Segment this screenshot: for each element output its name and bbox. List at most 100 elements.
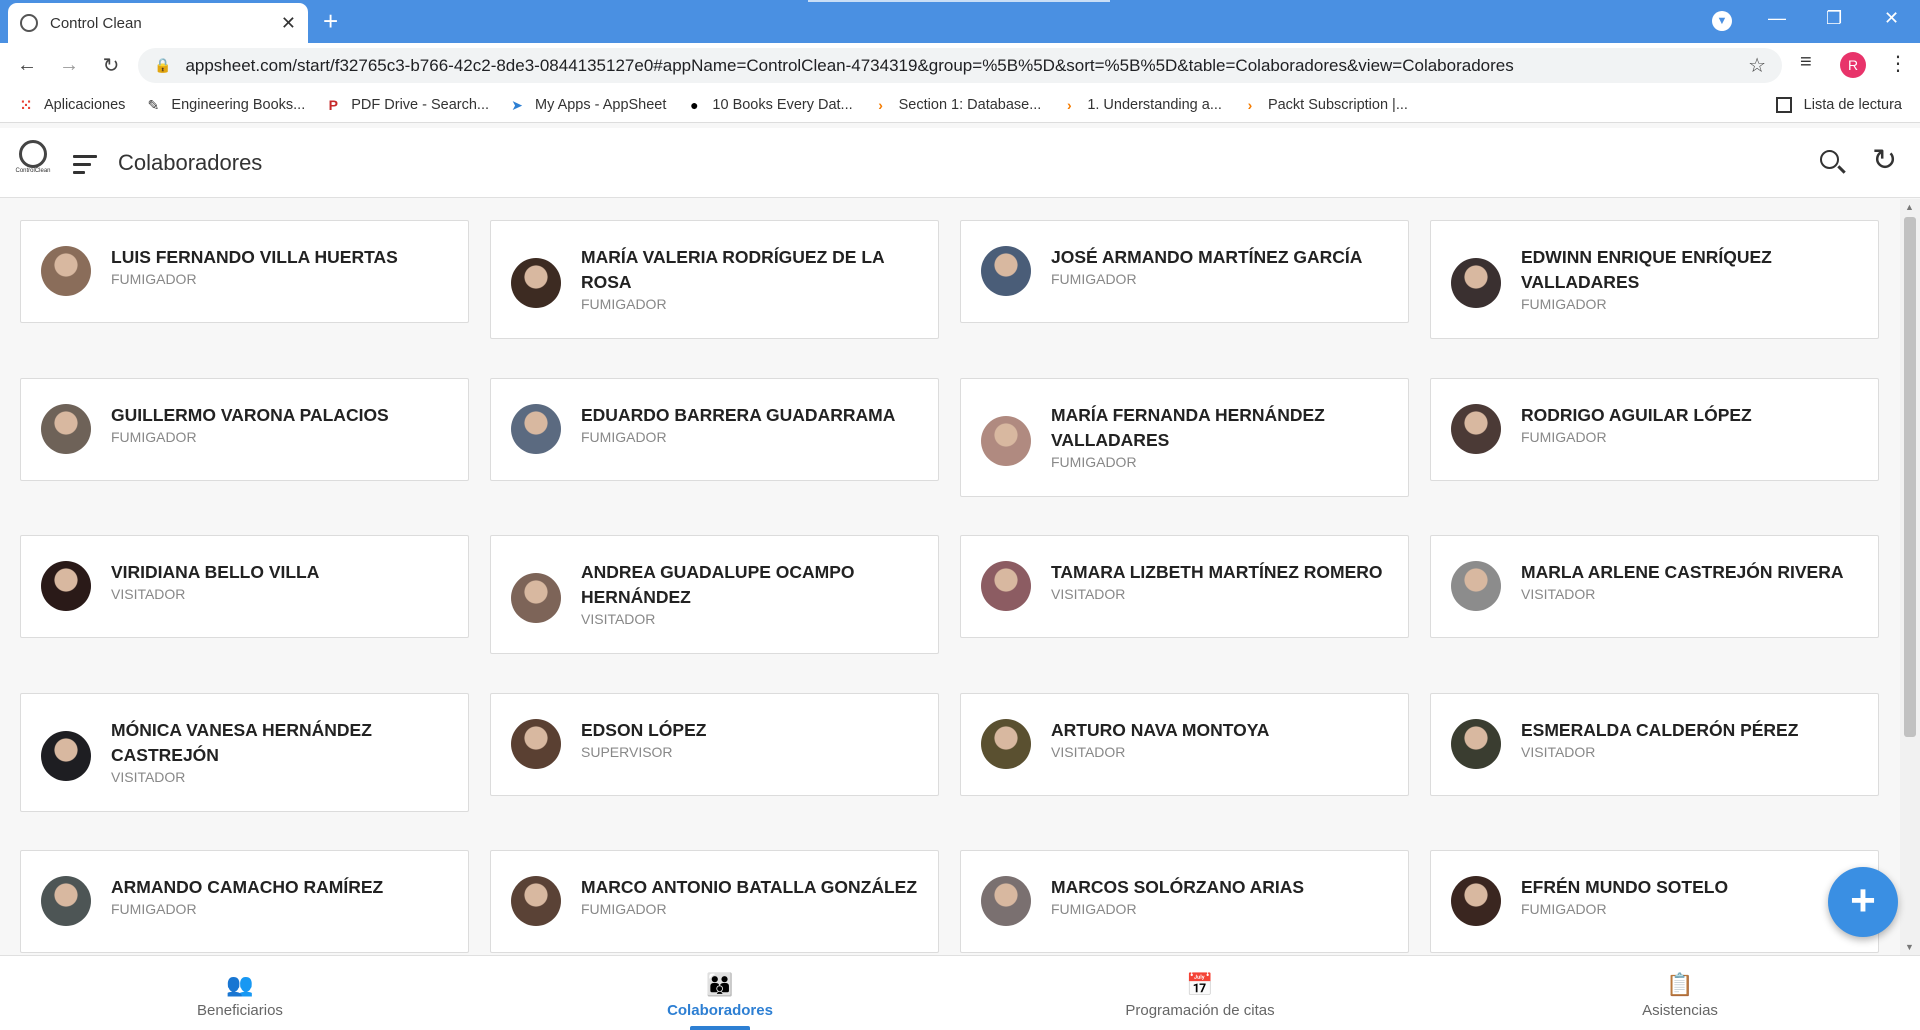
bookmark-label: PDF Drive - Search...	[351, 97, 490, 113]
collaborator-card[interactable]: ARTURO NAVA MONTOYA VISITADOR	[960, 692, 1409, 796]
close-tab-icon[interactable]: ✕	[281, 13, 296, 34]
avatar	[41, 876, 91, 926]
collaborator-card[interactable]: MARÍA FERNANDA HERNÁNDEZ VALLADARES FUMIG…	[960, 377, 1409, 497]
avatar	[981, 561, 1031, 611]
collaborator-card[interactable]: ESMERALDA CALDERÓN PÉREZ VISITADOR	[1430, 692, 1879, 796]
avatar	[511, 876, 561, 926]
avatar	[511, 718, 561, 769]
reading-list-button[interactable]: Lista de lectura	[1775, 97, 1902, 113]
hamburger-menu-icon[interactable]	[73, 155, 97, 179]
calendar-icon: 📅	[1186, 972, 1214, 997]
collaborator-name: MARÍA FERNANDA HERNÁNDEZ VALLADARES	[1051, 404, 1325, 450]
collaborator-card[interactable]: MARÍA VALERIA RODRÍGUEZ DE LA ROSA FUMIGA…	[490, 220, 939, 339]
collaborator-card[interactable]: EFRÉN MUNDO SOTELO FUMIGADOR	[1430, 850, 1879, 953]
avatar	[1451, 561, 1501, 611]
scroll-up-icon[interactable]: ▲	[1905, 202, 1914, 212]
new-tab-icon[interactable]: +	[323, 8, 338, 34]
collaborator-info: EDSON LÓPEZ SUPERVISOR	[581, 718, 918, 760]
tab-search-icon[interactable]: ▼	[1712, 11, 1732, 31]
collaborator-name: EDWINN ENRIQUE ENRÍQUEZ VALLADARES	[1521, 247, 1772, 292]
avatar	[41, 403, 91, 454]
collaborator-name: MARLA ARLENE CASTREJÓN RIVERA	[1521, 562, 1844, 582]
collaborator-card[interactable]: VIRIDIANA BELLO VILLA VISITADOR	[20, 535, 469, 638]
avatar	[1451, 258, 1501, 308]
bookmark-item[interactable]: › 1. Understanding a...	[1061, 97, 1222, 113]
address-bar[interactable]: 🔒 appsheet.com/start/f32765c3-b766-42c2-…	[138, 48, 1782, 83]
bookmark-label: 1. Understanding a...	[1087, 97, 1222, 113]
nav-label: Programación de citas	[1125, 1002, 1275, 1019]
collaborator-card[interactable]: ARMANDO CAMACHO RAMÍREZ FUMIGADOR	[20, 850, 469, 953]
scrollbar-thumb[interactable]	[1904, 217, 1916, 737]
collaborator-role: FUMIGADOR	[111, 428, 197, 445]
forward-icon[interactable]: →	[54, 54, 84, 77]
collaborator-card[interactable]: MÓNICA VANESA HERNÁNDEZ CASTREJÓN VISITAD…	[20, 692, 469, 812]
scrollbar[interactable]: ▲ ▼	[1900, 199, 1920, 955]
bookmark-item[interactable]: ⁙ Aplicaciones	[18, 97, 125, 113]
collaborator-card[interactable]: EDUARDO BARRERA GUADARRAMA FUMIGADOR	[490, 377, 939, 481]
controlclean-favicon-icon	[20, 14, 38, 32]
collaborator-role: FUMIGADOR	[1051, 453, 1137, 470]
collaborator-card[interactable]: LUIS FERNANDO VILLA HUERTAS FUMIGADOR	[20, 220, 469, 323]
collaborator-card[interactable]: JOSÉ ARMANDO MARTÍNEZ GARCÍA FUMIGADOR	[960, 220, 1409, 323]
browser-tab[interactable]: Control Clean ✕	[8, 3, 308, 43]
sync-refresh-icon[interactable]: ↻	[1872, 146, 1897, 176]
bookmark-item[interactable]: › Packt Subscription |...	[1242, 97, 1408, 113]
scroll-down-icon[interactable]: ▼	[1905, 942, 1914, 952]
avatar	[41, 561, 91, 611]
media-control-icon[interactable]: ≡	[1800, 51, 1812, 74]
list-icon: 📋	[1666, 972, 1694, 997]
bookmark-item[interactable]: ● 10 Books Every Dat...	[686, 97, 852, 113]
app-logo[interactable]: ControlClean	[10, 140, 56, 188]
collaborator-role: VISITADOR	[1521, 586, 1596, 602]
collaborator-name: JOSÉ ARMANDO MARTÍNEZ GARCÍA	[1051, 247, 1363, 267]
collaborator-role: VISITADOR	[111, 768, 186, 785]
search-icon[interactable]	[1820, 150, 1846, 176]
collaborator-card[interactable]: RODRIGO AGUILAR LÓPEZ FUMIGADOR	[1430, 377, 1879, 481]
collaborator-card[interactable]: ANDREA GUADALUPE OCAMPO HERNÁNDEZ VISITAD…	[490, 535, 939, 654]
back-icon[interactable]: ←	[12, 54, 42, 77]
add-collaborator-button[interactable]: +	[1828, 867, 1898, 937]
tab-colaboradores[interactable]: 👪 Colaboradores	[480, 956, 960, 1030]
tab-asistencias[interactable]: 📋 Asistencias	[1440, 956, 1920, 1030]
close-window-icon[interactable]: ✕	[1884, 8, 1899, 29]
bookmark-star-icon[interactable]: ☆	[1748, 53, 1766, 78]
nav-label: Colaboradores	[667, 1002, 773, 1019]
collaborator-info: GUILLERMO VARONA PALACIOS FUMIGADOR	[111, 403, 448, 445]
browser-menu-icon[interactable]: ⋮	[1888, 51, 1908, 76]
tab-programación[interactable]: 📅 Programación de citas	[960, 956, 1440, 1030]
collaborator-card[interactable]: MARCO ANTONIO BATALLA GONZÁLEZ FUMIGADOR	[490, 850, 939, 953]
collaborator-role: VISITADOR	[581, 611, 656, 627]
collaborator-card[interactable]: EDSON LÓPEZ SUPERVISOR	[490, 692, 939, 796]
collaborator-card[interactable]: TAMARA LIZBETH MARTÍNEZ ROMERO VISITADOR	[960, 535, 1409, 638]
collaborator-info: MARÍA FERNANDA HERNÁNDEZ VALLADARES FUMIG…	[1051, 403, 1388, 470]
collaborator-info: MARCO ANTONIO BATALLA GONZÁLEZ FUMIGADOR	[581, 875, 918, 917]
bookmark-item[interactable]: ➤ My Apps - AppSheet	[509, 97, 666, 113]
collaborator-card[interactable]: MARCOS SOLÓRZANO ARIAS FUMIGADOR	[960, 850, 1409, 953]
collaborator-role: VISITADOR	[1521, 743, 1596, 760]
profile-avatar[interactable]: R	[1840, 52, 1866, 78]
collaborator-role: FUMIGADOR	[581, 901, 667, 917]
collaborator-card[interactable]: MARLA ARLENE CASTREJÓN RIVERA VISITADOR	[1430, 535, 1879, 638]
restore-icon[interactable]: ❐	[1826, 8, 1842, 29]
lock-icon[interactable]: 🔒	[154, 57, 171, 74]
bookmark-item[interactable]: P PDF Drive - Search...	[325, 97, 489, 113]
bookmark-item[interactable]: ✎ Engineering Books...	[145, 97, 306, 113]
collaborator-name: EDUARDO BARRERA GUADARRAMA	[581, 404, 896, 425]
url-text[interactable]: appsheet.com/start/f32765c3-b766-42c2-8d…	[185, 56, 1748, 76]
collaborator-role: VISITADOR	[111, 586, 186, 602]
collaborator-role: FUMIGADOR	[1521, 428, 1607, 445]
collaborator-info: EFRÉN MUNDO SOTELO FUMIGADOR	[1521, 875, 1858, 917]
nav-label: Asistencias	[1642, 1002, 1718, 1019]
collaborator-info: RODRIGO AGUILAR LÓPEZ FUMIGADOR	[1521, 403, 1858, 445]
tab-beneficiarios[interactable]: 👥 Beneficiarios	[0, 956, 480, 1030]
bookmark-item[interactable]: › Section 1: Database...	[873, 97, 1041, 113]
collaborator-name: VIRIDIANA BELLO VILLA	[111, 562, 320, 582]
minimize-icon[interactable]: —	[1768, 8, 1786, 29]
avatar	[41, 246, 91, 296]
collaborator-name: ARTURO NAVA MONTOYA	[1051, 719, 1270, 740]
reading-list-label: Lista de lectura	[1803, 97, 1902, 113]
collaborator-card[interactable]: GUILLERMO VARONA PALACIOS FUMIGADOR	[20, 377, 469, 481]
reload-icon[interactable]: ↻	[96, 53, 126, 78]
tab-title: Control Clean	[50, 14, 142, 32]
collaborator-card[interactable]: EDWINN ENRIQUE ENRÍQUEZ VALLADARES FUMIGA…	[1430, 220, 1879, 339]
